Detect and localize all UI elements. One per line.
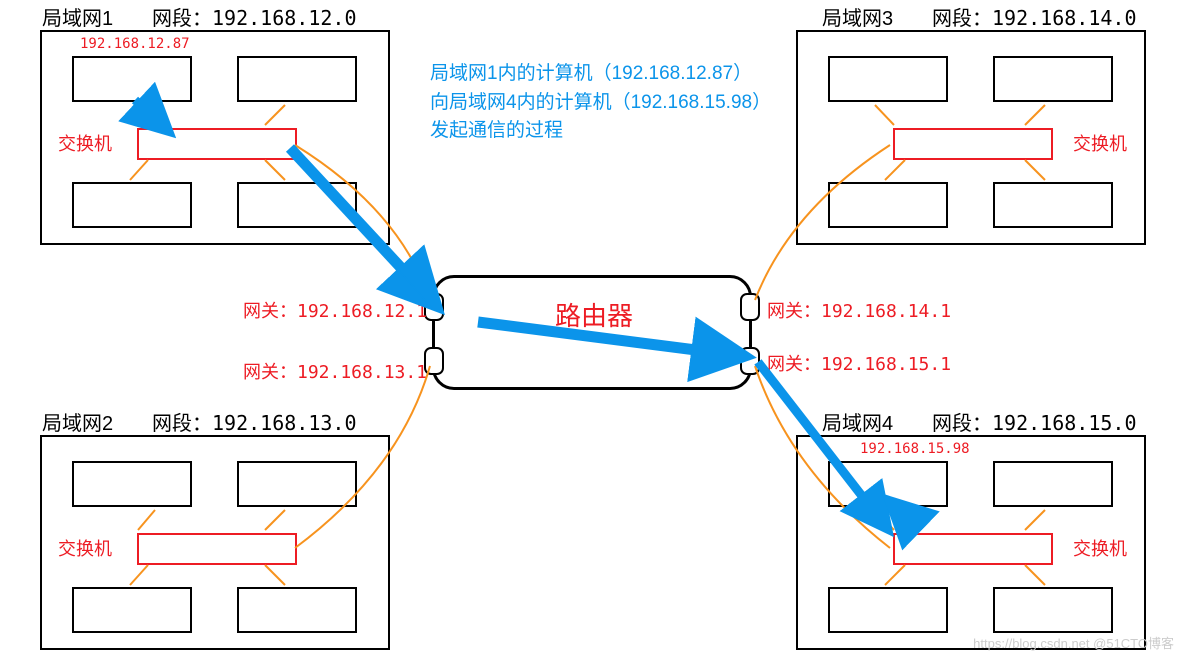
gateway4: 网关：192.168.15.1 bbox=[767, 350, 951, 376]
desc-line2: 向局域网4内的计算机（192.168.15.98） bbox=[430, 89, 771, 118]
lan4-computer-tr bbox=[993, 461, 1113, 507]
description: 局域网1内的计算机（192.168.12.87） 向局域网4内的计算机（192.… bbox=[430, 60, 771, 146]
lan4-computer-br bbox=[993, 587, 1113, 633]
lan1-ip: 192.168.12.87 bbox=[80, 36, 190, 52]
lan2-switch bbox=[137, 533, 297, 565]
lan1-computer-tl bbox=[72, 56, 192, 102]
desc-line1: 局域网1内的计算机（192.168.12.87） bbox=[430, 60, 771, 89]
lan3-title: 局域网3 bbox=[822, 2, 893, 31]
lan2-computer-bl bbox=[72, 587, 192, 633]
lan2-computer-tr bbox=[237, 461, 357, 507]
lan3-computer-br bbox=[993, 182, 1113, 228]
router-port-br bbox=[740, 347, 760, 375]
router-label: 路由器 bbox=[555, 296, 633, 333]
lan1-title: 局域网1 bbox=[42, 2, 113, 31]
lan3-computer-tr bbox=[993, 56, 1113, 102]
lan4-switch bbox=[893, 533, 1053, 565]
lan3-subnet: 网段：192.168.14.0 bbox=[932, 2, 1137, 31]
lan1-switch bbox=[137, 128, 297, 160]
router-port-tr bbox=[740, 293, 760, 321]
gateway2: 网关：192.168.13.1 bbox=[243, 358, 427, 384]
gateway3: 网关：192.168.14.1 bbox=[767, 297, 951, 323]
lan2-switch-label: 交换机 bbox=[58, 535, 112, 561]
lan4-switch-label: 交换机 bbox=[1073, 535, 1127, 561]
lan2-subnet: 网段：192.168.13.0 bbox=[152, 407, 357, 436]
lan3-switch bbox=[893, 128, 1053, 160]
lan1-computer-br bbox=[237, 182, 357, 228]
lan3-switch-label: 交换机 bbox=[1073, 130, 1127, 156]
lan3-computer-tl bbox=[828, 56, 948, 102]
gateway1: 网关：192.168.12.1 bbox=[243, 297, 427, 323]
lan1-computer-tr bbox=[237, 56, 357, 102]
desc-line3: 发起通信的过程 bbox=[430, 117, 771, 146]
lan4-subnet: 网段：192.168.15.0 bbox=[932, 407, 1137, 436]
lan1-computer-bl bbox=[72, 182, 192, 228]
lan2-computer-tl bbox=[72, 461, 192, 507]
lan4-title: 局域网4 bbox=[822, 407, 893, 436]
lan4-computer-bl bbox=[828, 587, 948, 633]
lan3-computer-bl bbox=[828, 182, 948, 228]
lan4-computer-tl bbox=[828, 461, 948, 507]
lan1-subnet: 网段：192.168.12.0 bbox=[152, 2, 357, 31]
watermark: https://blog.csdn.net @51CTO博客 bbox=[973, 633, 1174, 652]
lan2-title: 局域网2 bbox=[42, 407, 113, 436]
lan1-switch-label: 交换机 bbox=[58, 130, 112, 156]
lan4-ip: 192.168.15.98 bbox=[860, 441, 970, 457]
lan2-computer-br bbox=[237, 587, 357, 633]
